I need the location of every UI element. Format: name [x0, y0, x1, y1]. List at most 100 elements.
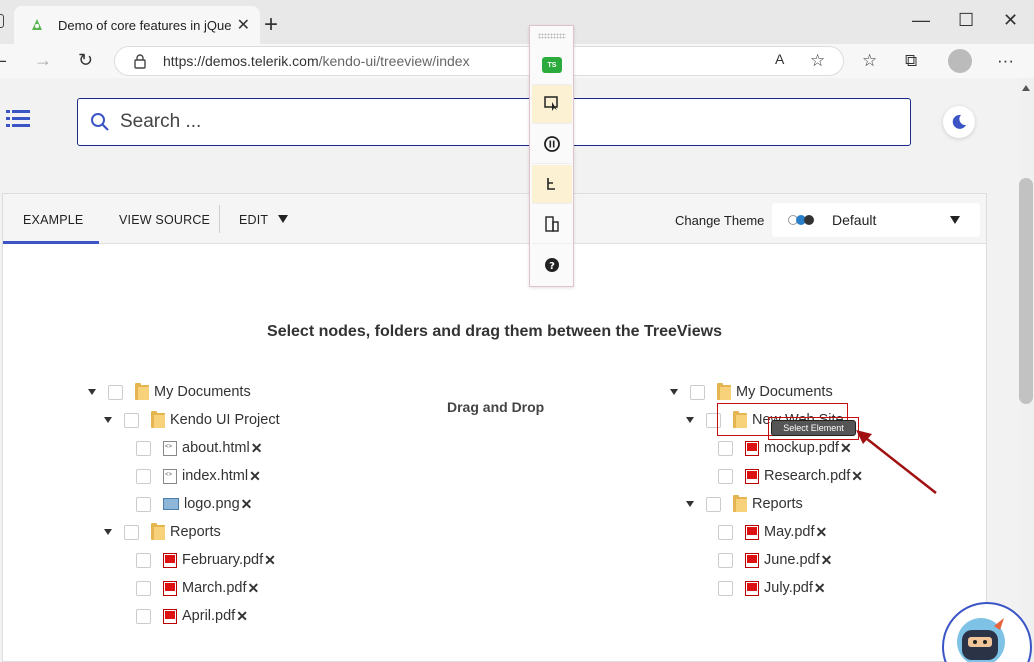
ninja-avatar-icon: [957, 618, 1005, 662]
tree-button[interactable]: [532, 165, 572, 204]
delete-icon[interactable]: ✕: [247, 580, 259, 597]
pdf-file-icon: [163, 552, 177, 568]
menu-icon[interactable]: [6, 109, 30, 129]
expand-icon[interactable]: [88, 389, 96, 395]
node-label: logo.png: [184, 496, 240, 512]
node-checkbox[interactable]: [136, 496, 151, 512]
node-checkbox[interactable]: [718, 524, 733, 540]
node-checkbox[interactable]: [718, 440, 733, 456]
theme-toggle-button[interactable]: [943, 106, 975, 138]
tab-edit-label: EDIT: [239, 213, 269, 227]
help-button[interactable]: ?: [532, 245, 572, 284]
node-checkbox[interactable]: [706, 496, 721, 512]
tree-node[interactable]: My Documents: [88, 382, 251, 402]
browser-nav-bar: – → ↻ https://demos.telerik.com/kendo-ui…: [0, 44, 1034, 78]
tree-node[interactable]: logo.png ✕: [136, 494, 252, 514]
folder-icon: [151, 410, 165, 428]
node-checkbox[interactable]: [136, 580, 151, 596]
more-icon[interactable]: ···: [997, 51, 1014, 71]
tab-edit[interactable]: EDIT: [239, 213, 268, 227]
tab-divider: [219, 205, 220, 233]
split-button[interactable]: [532, 205, 572, 244]
plus-icon[interactable]: +: [264, 11, 278, 39]
tree-node[interactable]: July.pdf ✕: [718, 578, 826, 598]
delete-icon[interactable]: ✕: [236, 608, 248, 625]
favorites-icon[interactable]: ☆: [862, 51, 877, 71]
node-label: May.pdf: [764, 524, 815, 540]
drag-handle[interactable]: [538, 33, 566, 39]
tab-actions-icon[interactable]: [0, 14, 4, 28]
page-header: Search ...: [0, 78, 1020, 164]
expand-icon[interactable]: [104, 417, 112, 423]
maximize-icon[interactable]: ☐: [958, 10, 974, 31]
pause-icon: [544, 136, 560, 152]
refresh-icon[interactable]: ↻: [78, 50, 93, 71]
tree-node[interactable]: Reports: [686, 494, 803, 514]
tree-node[interactable]: June.pdf ✕: [718, 550, 832, 570]
expand-icon[interactable]: [686, 501, 694, 507]
read-aloud-icon[interactable]: A: [775, 51, 784, 67]
node-checkbox[interactable]: [124, 412, 139, 428]
toolbar-logo-button[interactable]: TS: [532, 46, 572, 85]
browser-tab[interactable]: Demo of core features in jQuery ✕: [14, 6, 260, 44]
tree-node[interactable]: April.pdf ✕: [136, 606, 248, 626]
folder-icon: [151, 522, 165, 540]
tree-node[interactable]: Research.pdf ✕: [718, 466, 863, 486]
node-checkbox[interactable]: [136, 552, 151, 568]
favorite-add-icon[interactable]: ☆: [810, 51, 825, 71]
select-element-button[interactable]: [532, 85, 572, 124]
node-checkbox[interactable]: [108, 384, 123, 400]
pdf-file-icon: [163, 608, 177, 624]
node-label: My Documents: [154, 384, 251, 400]
tree-node[interactable]: March.pdf ✕: [136, 578, 259, 598]
tree-node[interactable]: index.html✕: [136, 466, 261, 486]
pdf-file-icon: [745, 580, 759, 596]
node-checkbox[interactable]: [136, 468, 151, 484]
pdf-file-icon: [163, 580, 177, 596]
expand-icon[interactable]: [104, 529, 112, 535]
tree-node[interactable]: Kendo UI Project: [104, 410, 280, 430]
window-close-icon[interactable]: ✕: [1003, 10, 1018, 31]
tab-view-source[interactable]: VIEW SOURCE: [119, 213, 210, 227]
delete-icon[interactable]: ✕: [249, 468, 261, 485]
tab-example[interactable]: EXAMPLE: [23, 213, 83, 227]
back-icon[interactable]: –: [0, 50, 6, 71]
theme-dropdown[interactable]: Default: [772, 203, 980, 237]
delete-icon[interactable]: ✕: [816, 524, 828, 541]
tree-node[interactable]: mockup.pdf ✕: [718, 438, 852, 458]
node-checkbox[interactable]: [690, 384, 705, 400]
node-checkbox[interactable]: [718, 552, 733, 568]
delete-icon[interactable]: ✕: [264, 552, 276, 569]
scroll-up-icon[interactable]: [1022, 85, 1030, 91]
forward-icon[interactable]: →: [34, 50, 52, 71]
delete-icon[interactable]: ✕: [241, 496, 253, 513]
delete-icon[interactable]: ✕: [251, 440, 263, 457]
close-icon[interactable]: ✕: [237, 15, 250, 35]
delete-icon[interactable]: ✕: [821, 552, 833, 569]
tree-node[interactable]: February.pdf ✕: [136, 550, 276, 570]
address-bar[interactable]: https://demos.telerik.com/kendo-ui/treev…: [114, 46, 844, 76]
pdf-file-icon: [745, 552, 759, 568]
tree-node[interactable]: My Documents: [670, 382, 833, 402]
search-input[interactable]: Search ...: [77, 98, 911, 146]
expand-icon[interactable]: [686, 417, 694, 423]
chevron-down-icon[interactable]: [278, 215, 288, 223]
minimize-icon[interactable]: —: [912, 10, 930, 31]
pause-button[interactable]: [532, 125, 572, 164]
tree-node[interactable]: May.pdf ✕: [718, 522, 827, 542]
delete-icon[interactable]: ✕: [814, 580, 826, 597]
collections-icon[interactable]: ⧉: [905, 51, 917, 71]
node-checkbox[interactable]: [136, 608, 151, 624]
node-checkbox[interactable]: [718, 468, 733, 484]
scrollbar-thumb[interactable]: [1019, 178, 1033, 404]
node-checkbox[interactable]: [124, 524, 139, 540]
profile-icon[interactable]: [948, 49, 972, 73]
tree-node[interactable]: about.html✕: [136, 438, 262, 458]
node-checkbox[interactable]: [718, 580, 733, 596]
html-file-icon: [163, 468, 177, 484]
tree-node[interactable]: Reports: [104, 522, 221, 542]
demo-headline: Select nodes, folders and drag them betw…: [267, 323, 722, 340]
pdf-file-icon: [745, 468, 759, 484]
expand-icon[interactable]: [670, 389, 678, 395]
node-checkbox[interactable]: [136, 440, 151, 456]
